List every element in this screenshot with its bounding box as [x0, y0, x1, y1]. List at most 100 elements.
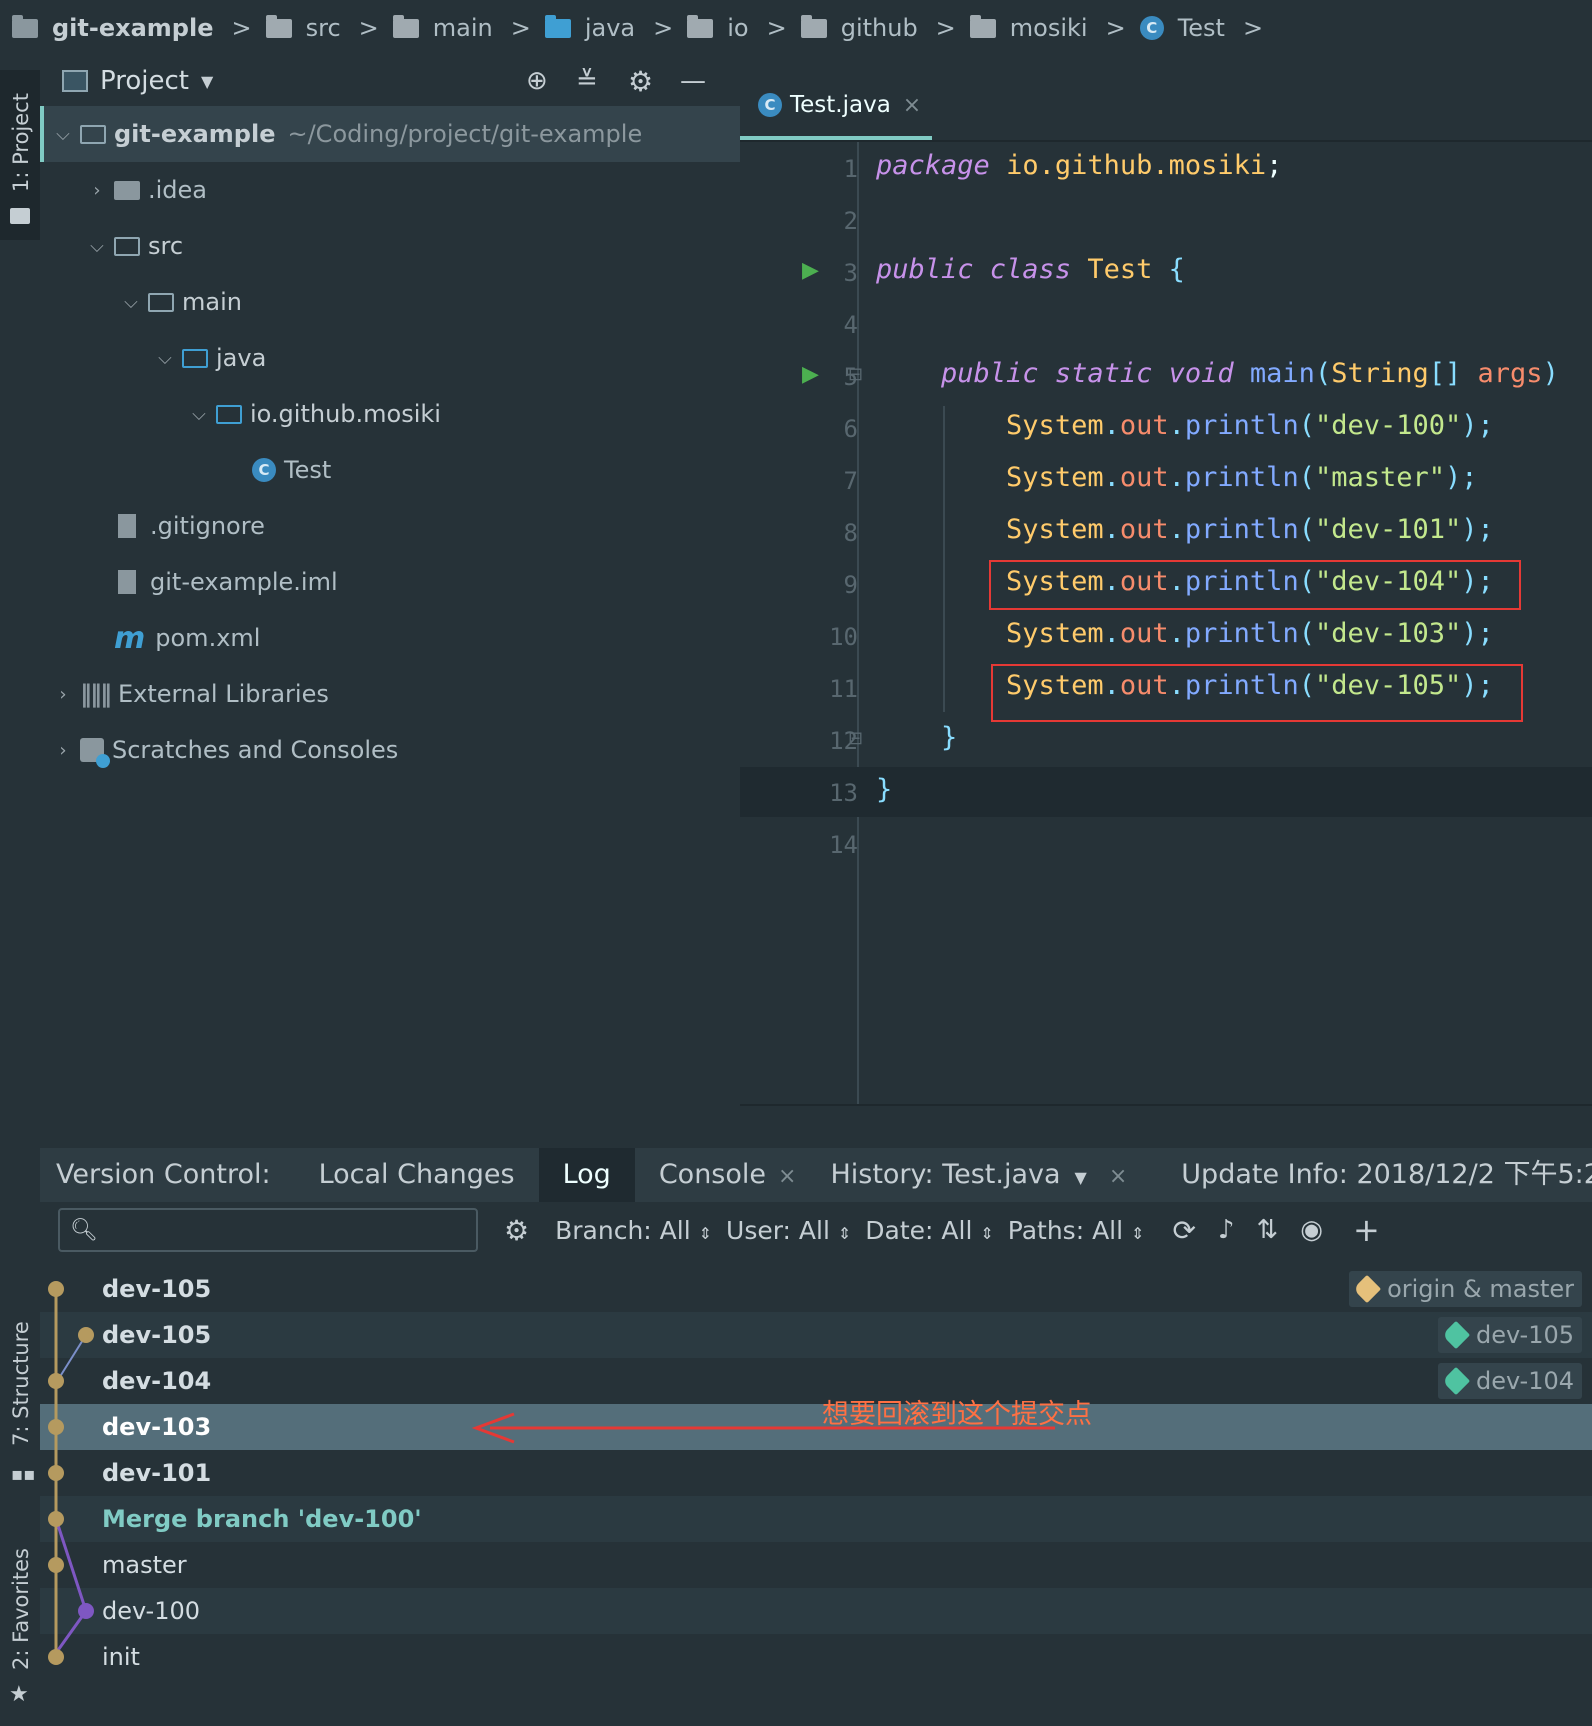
- crumb-main[interactable]: main >: [392, 14, 545, 42]
- code-line-7: System.out.println("master");: [1006, 462, 1478, 493]
- chevron-right-icon: >: [231, 14, 252, 42]
- close-icon[interactable]: ×: [778, 1164, 796, 1189]
- tree-item-label: git-example.iml: [150, 568, 338, 596]
- filter-label: Branch: All: [555, 1215, 691, 1245]
- folder-icon: [114, 180, 140, 200]
- paths-filter[interactable]: Paths: All ⇕: [1008, 1216, 1145, 1245]
- ref-tag: dev-105: [1437, 1317, 1582, 1353]
- string-literal: "master": [1314, 462, 1446, 493]
- log-search-input[interactable]: 🔍︎: [58, 1208, 478, 1252]
- run-icon[interactable]: ▶: [802, 258, 819, 283]
- chevron-down-icon[interactable]: ⌵: [156, 348, 174, 369]
- up-down-icon: ⇕: [837, 1223, 852, 1243]
- breadcrumb: git-example > src > main > java > io > github…: [0, 0, 1592, 56]
- package-name: io.github.mosiki: [1006, 150, 1267, 181]
- gear-icon[interactable]: ⚙: [628, 65, 653, 98]
- vc-title: Version Control:: [56, 1159, 271, 1190]
- gear-icon[interactable]: ⚙: [504, 1214, 529, 1247]
- chevron-down-icon[interactable]: ⌵: [54, 124, 72, 145]
- crumb-mosiki[interactable]: mosiki >: [969, 14, 1140, 42]
- add-icon[interactable]: +: [1353, 1211, 1380, 1249]
- locate-icon[interactable]: ⊕: [526, 66, 548, 96]
- text-file-icon: [118, 514, 136, 538]
- chevron-down-icon[interactable]: ⌵: [190, 404, 208, 425]
- tree-item-test[interactable]: C Test: [252, 444, 331, 496]
- tab-label: History: Test.java: [830, 1159, 1061, 1190]
- tree-item-scratches[interactable]: › Scratches and Consoles: [54, 724, 398, 776]
- string-literal: "dev-100": [1314, 410, 1462, 441]
- folder-icon: [10, 208, 30, 224]
- tree-item-main[interactable]: ⌵ main: [122, 276, 242, 328]
- folder-icon: [114, 236, 140, 256]
- crumb-io[interactable]: io >: [687, 14, 800, 42]
- tab-local-changes[interactable]: Local Changes: [295, 1148, 539, 1202]
- run-icon[interactable]: ▶: [802, 362, 819, 387]
- chevron-down-icon[interactable]: ▼: [201, 72, 213, 91]
- date-filter[interactable]: Date: All ⇕: [865, 1216, 993, 1245]
- chevron-right-icon[interactable]: ›: [54, 740, 72, 761]
- hide-icon[interactable]: —: [680, 66, 706, 96]
- chevron-down-icon[interactable]: ⌵: [122, 292, 140, 313]
- table-row[interactable]: init: [40, 1634, 1592, 1680]
- table-row[interactable]: dev-105 dev-105: [40, 1312, 1592, 1358]
- tree-item-java[interactable]: ⌵ java: [156, 332, 266, 384]
- project-folder-icon: [12, 14, 38, 38]
- chevron-down-icon[interactable]: ⌵: [88, 236, 106, 257]
- tree-item-pom[interactable]: m pom.xml: [114, 612, 260, 664]
- table-row[interactable]: dev-104 dev-104: [40, 1358, 1592, 1404]
- close-icon[interactable]: ×: [903, 93, 921, 118]
- tab-update-info[interactable]: Update Info: 2018/12/2 下午5:26▼: [1151, 1148, 1592, 1202]
- collapse-all-icon[interactable]: ≚: [576, 66, 598, 96]
- table-row[interactable]: Merge branch 'dev-100': [40, 1496, 1592, 1542]
- table-row[interactable]: dev-100: [40, 1588, 1592, 1634]
- chevron-down-icon[interactable]: ▼: [1075, 1168, 1087, 1187]
- crumb-src[interactable]: src >: [265, 14, 393, 42]
- table-row[interactable]: master: [40, 1542, 1592, 1588]
- java-class-icon: C: [758, 93, 782, 117]
- close-icon[interactable]: ×: [1109, 1164, 1127, 1189]
- cherry-pick-icon[interactable]: ♪: [1218, 1215, 1235, 1245]
- tab-history[interactable]: History: Test.java ▼ ×: [802, 1148, 1151, 1202]
- chevron-right-icon[interactable]: ›: [54, 684, 72, 705]
- line-number: 8: [843, 519, 858, 547]
- up-down-icon: ⇕: [698, 1223, 713, 1243]
- module-file-icon: [118, 570, 136, 594]
- crumb-project[interactable]: git-example >: [12, 14, 266, 42]
- crumb-github[interactable]: github >: [800, 14, 970, 42]
- tree-item-external-libraries[interactable]: › ‖‖‖ External Libraries: [54, 668, 328, 720]
- refresh-icon[interactable]: ⟳: [1172, 1214, 1195, 1247]
- user-filter[interactable]: User: All ⇕: [726, 1216, 851, 1245]
- crumb-label: mosiki: [1009, 14, 1088, 42]
- crumb-label: main: [432, 14, 493, 42]
- table-row[interactable]: dev-101: [40, 1450, 1592, 1496]
- tree-item-idea[interactable]: › .idea: [88, 164, 207, 216]
- tree-item-package[interactable]: ⌵ io.github.mosiki: [190, 388, 441, 440]
- branch-filter[interactable]: Branch: All ⇕: [555, 1216, 712, 1245]
- fold-icon[interactable]: ⊟: [848, 364, 863, 385]
- tab-console[interactable]: Console ×: [635, 1148, 803, 1202]
- crumb-test[interactable]: C Test >: [1139, 14, 1277, 42]
- module-folder-icon: [80, 124, 106, 144]
- sort-icon[interactable]: ⇅: [1257, 1215, 1279, 1245]
- code-line-10: System.out.println("dev-103");: [1006, 618, 1494, 649]
- table-row[interactable]: dev-105 origin & master: [40, 1266, 1592, 1312]
- tree-item-iml[interactable]: git-example.iml: [118, 556, 338, 608]
- chevron-right-icon[interactable]: ›: [88, 180, 106, 201]
- tree-item-git-example[interactable]: ⌵ git-example ~/Coding/project/git-exampl…: [54, 108, 642, 160]
- chevron-right-icon: >: [1105, 14, 1126, 42]
- editor-tab-test-java[interactable]: C Test.java ×: [740, 70, 932, 140]
- tab-log[interactable]: Log: [538, 1148, 635, 1202]
- project-view-icon: [62, 70, 88, 92]
- tree-item-src[interactable]: ⌵ src: [88, 220, 183, 272]
- commit-subject: dev-101: [102, 1459, 212, 1487]
- tree-item-gitignore[interactable]: .gitignore: [118, 500, 265, 552]
- fold-icon[interactable]: ⊟: [848, 728, 863, 749]
- crumb-java[interactable]: java >: [544, 14, 687, 42]
- project-tool-button[interactable]: 1: Project: [0, 70, 40, 240]
- eye-icon[interactable]: ◉: [1300, 1215, 1323, 1245]
- string-literal: "dev-101": [1314, 514, 1462, 545]
- up-down-icon: ⇕: [1131, 1223, 1145, 1243]
- code-area[interactable]: 1 2 3 4 5 6 7 8 9 10 11 12 13 14 ▶ ▶ ⊟ ⊟…: [740, 142, 1592, 1104]
- package-icon: [969, 14, 996, 38]
- project-panel-title[interactable]: Project: [100, 66, 189, 96]
